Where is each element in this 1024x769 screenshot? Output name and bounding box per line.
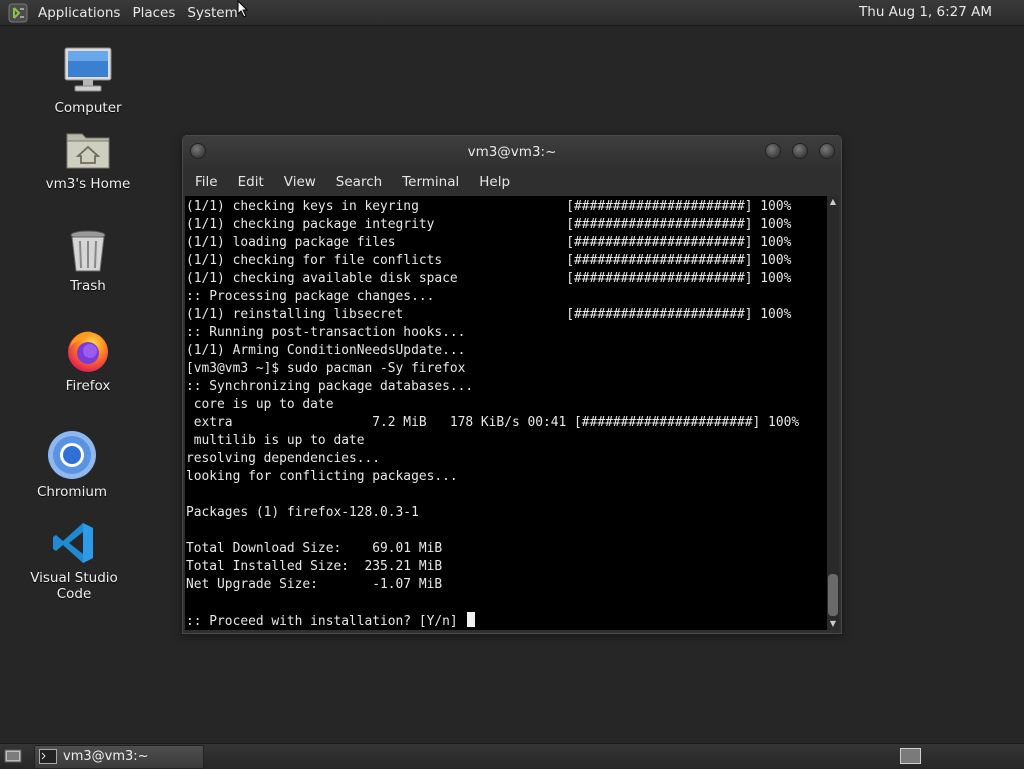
workspace-switcher[interactable] [900,748,921,764]
menu-file[interactable]: File [187,174,226,190]
terminal-line: :: Running post-transaction hooks... [186,325,466,340]
terminal-line: [vm3@vm3 ~]$ sudo pacman -Sy firefox [186,361,466,376]
terminal-line: extra 7.2 MiB 178 KiB/s 00:41 [#########… [186,415,800,430]
terminal-prompt-line: :: Proceed with installation? [Y/n] [186,614,466,629]
terminal-scrollbar[interactable]: ▲ ▼ [827,196,839,630]
menu-terminal[interactable]: Terminal [394,174,467,190]
maximize-button[interactable] [792,143,808,159]
terminal-line: looking for conflicting packages... [186,469,458,484]
window-title: vm3@vm3:~ [467,144,557,160]
desktop-icon-label: Chromium [36,484,108,500]
terminal-line: :: Synchronizing package databases... [186,379,474,394]
terminal-menubar: File Edit View Search Terminal Help [183,168,841,196]
terminal-line: Total Installed Size: 235.21 MiB [186,559,443,574]
places-menu[interactable]: Places [126,5,181,21]
terminal-line: Net Upgrade Size: -1.07 MiB [186,577,443,592]
desktop-icon-chromium[interactable]: Chromium [17,430,127,500]
desktop-icon-label: Computer [54,100,122,116]
vscode-icon [53,523,93,563]
terminal-line: Packages (1) firefox-128.0.3-1 [186,505,419,520]
taskbar-button-label: vm3@vm3:~ [63,749,149,764]
terminal-window: vm3@vm3:~ File Edit View Search Terminal… [182,135,842,634]
terminal-line: resolving dependencies... [186,451,381,466]
terminal-cursor [467,612,476,627]
terminal-output: (1/1) checking keys in keyring [########… [186,198,826,631]
computer-icon [64,47,112,92]
minimize-button[interactable] [765,143,781,159]
menu-search[interactable]: Search [328,174,390,190]
desktop-icon-trash[interactable]: Trash [33,228,143,294]
terminal-line: (1/1) Arming ConditionNeedsUpdate... [186,343,466,358]
bottom-panel: vm3@vm3:~ [0,743,1024,769]
terminal-line: :: Processing package changes... [186,289,435,304]
scroll-down-arrow-icon[interactable]: ▼ [828,619,838,629]
mate-logo-icon[interactable] [8,3,28,23]
home-folder-icon [66,133,110,169]
window-menu-button[interactable] [190,143,206,159]
desktop-icon-firefox[interactable]: Firefox [33,326,143,394]
scroll-up-arrow-icon[interactable]: ▲ [828,197,838,207]
close-button[interactable] [819,143,835,159]
show-desktop-icon[interactable] [4,748,22,764]
applications-menu[interactable]: Applications [32,5,126,21]
window-titlebar[interactable]: vm3@vm3:~ [183,136,841,168]
terminal-line: (1/1) checking for file conflicts [#####… [186,253,792,268]
system-menu[interactable]: System [181,5,243,21]
menu-help[interactable]: Help [471,174,518,190]
chromium-icon [48,431,96,479]
desktop-icon-label: vm3's Home [45,176,131,192]
terminal-line: Total Download Size: 69.01 MiB [186,541,443,556]
desktop-icon-computer[interactable]: Computer [33,44,143,116]
terminal-line: (1/1) reinstalling libsecret [##########… [186,307,792,322]
clock[interactable]: Thu Aug 1, 6:27 AM [859,4,992,20]
menu-edit[interactable]: Edit [230,174,272,190]
terminal-line: (1/1) checking keys in keyring [########… [186,199,792,214]
terminal-line: core is up to date [186,397,334,412]
taskbar-button-terminal[interactable]: vm3@vm3:~ [34,745,204,769]
trash-icon [70,230,106,272]
firefox-icon [68,331,108,372]
mouse-pointer-icon [237,0,249,18]
terminal-line: (1/1) checking package integrity [######… [186,217,792,232]
desktop-icon-vscode[interactable]: Visual Studio Code [19,520,129,602]
desktop-icon-home[interactable]: vm3's Home [33,126,143,192]
terminal-line: (1/1) loading package files [###########… [186,235,792,250]
terminal-line: multilib is up to date [186,433,365,448]
scrollbar-thumb[interactable] [828,574,838,616]
desktop-icon-label: Firefox [65,378,111,394]
terminal-output-area[interactable]: (1/1) checking keys in keyring [########… [185,196,839,630]
menu-view[interactable]: View [276,174,324,190]
desktop-icon-label: Visual Studio Code [30,570,118,602]
top-panel: Applications Places System Thu Aug 1, 6:… [0,0,1024,26]
terminal-line: (1/1) checking available disk space [###… [186,271,792,286]
terminal-icon [39,749,57,764]
desktop-icon-label: Trash [70,278,106,294]
